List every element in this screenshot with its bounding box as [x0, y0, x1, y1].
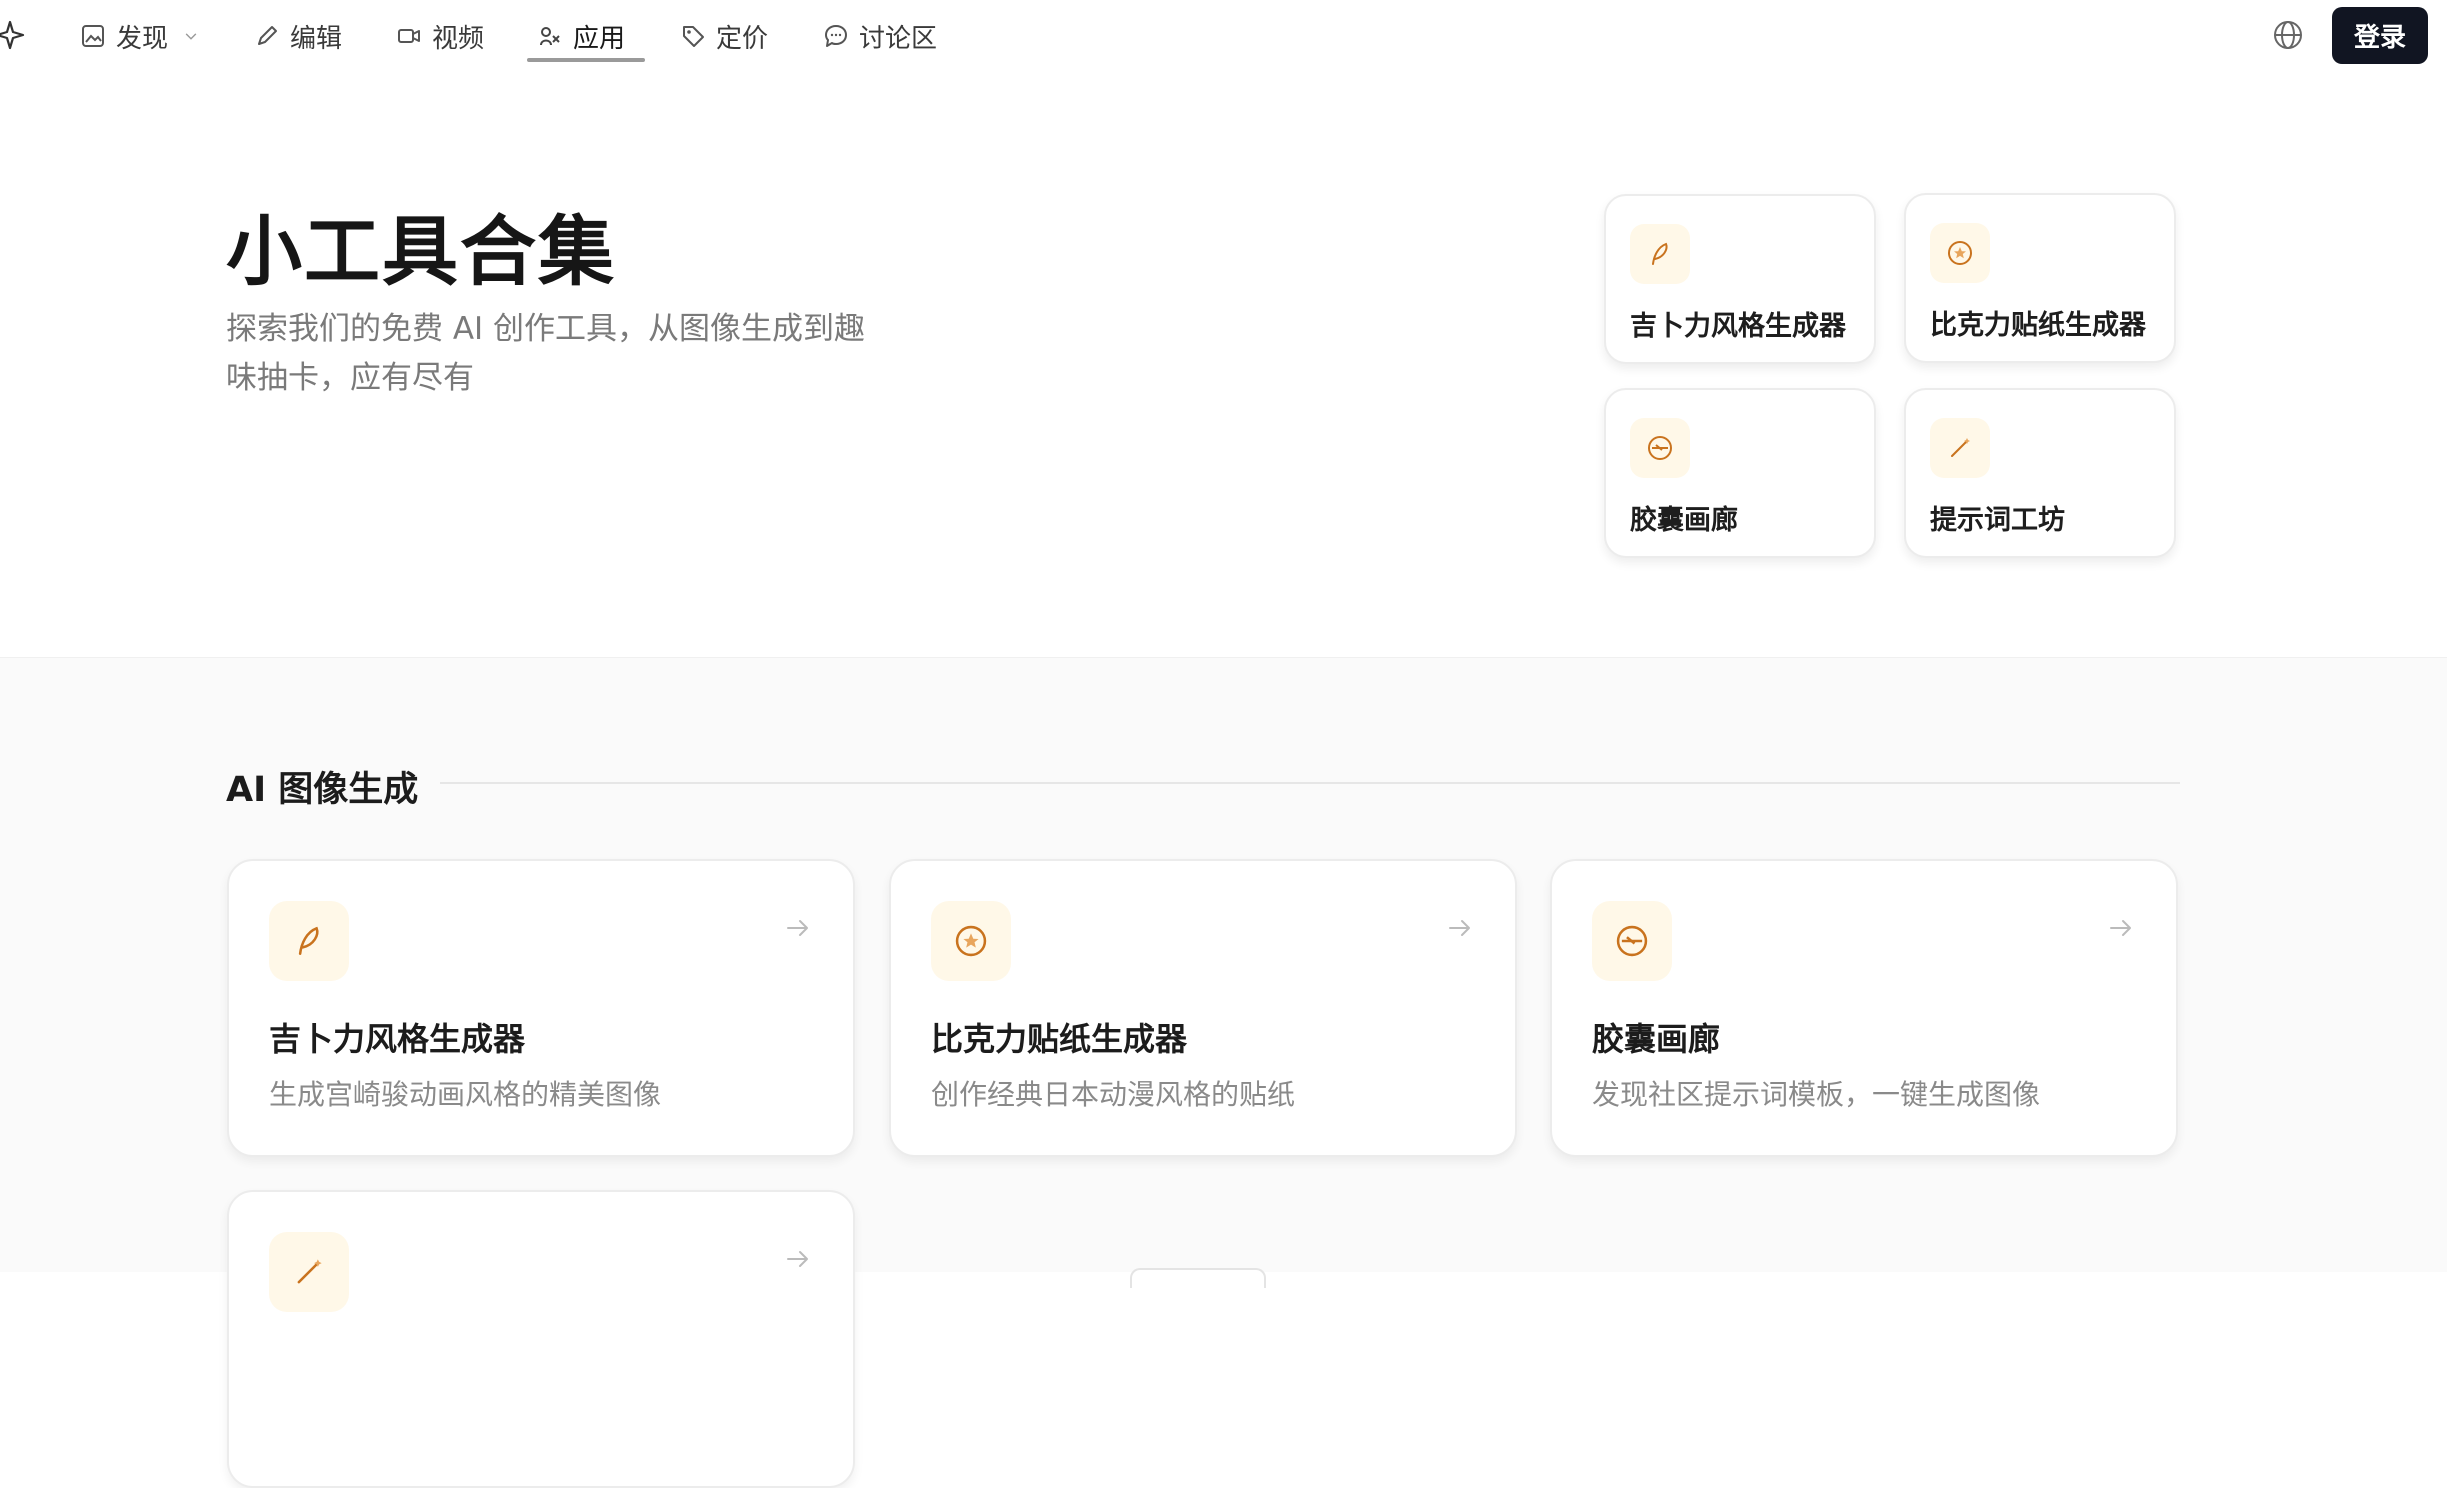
login-button[interactable]: 登录 — [2332, 7, 2428, 64]
tool-title: 比克力贴纸生成器 — [931, 1020, 1188, 1058]
arrow-right-icon — [787, 1251, 808, 1267]
tool-description: 创作经典日本动漫风格的贴纸 — [931, 1078, 1296, 1111]
quick-tool-card[interactable]: 提示词工坊 — [1904, 388, 2176, 558]
icon-container — [1630, 418, 1690, 478]
arrow-right-icon — [2110, 920, 2131, 936]
tool-card[interactable]: 吉卜力风格生成器 生成宫崎骏动画风格的精美图像 — [227, 859, 855, 1157]
apps-icon — [540, 27, 560, 46]
quick-tool-label: 胶囊画廊 — [1630, 505, 1738, 536]
nav-item-apps[interactable]: 应用 — [537, 16, 625, 56]
tool-description: 生成宫崎骏动画风格的精美图像 — [269, 1078, 662, 1111]
nav-item-forum[interactable]: 讨论区 — [823, 16, 937, 56]
image-icon — [82, 25, 104, 47]
tag-icon — [683, 26, 704, 47]
section-title: AI 图像生成 — [226, 770, 419, 810]
quick-tool-card[interactable]: 吉卜力风格生成器 — [1604, 194, 1876, 364]
icon-container — [1930, 223, 1990, 283]
quick-tool-card[interactable]: 胶囊画廊 — [1604, 388, 1876, 558]
icon-container — [931, 901, 1011, 981]
capsule-icon — [1648, 436, 1672, 460]
nav-label: 定价 — [716, 23, 769, 54]
icon-container — [1592, 901, 1672, 981]
tool-description: 发现社区提示词模板，一键生成图像 — [1592, 1078, 2041, 1111]
page-title: 小工具合集 — [226, 207, 616, 296]
star-badge-icon — [1948, 241, 1972, 265]
wand-icon — [297, 1259, 322, 1284]
tool-title: 胶囊画廊 — [1592, 1020, 1721, 1058]
nav-item-video[interactable]: 视频 — [396, 16, 484, 56]
video-icon — [398, 29, 420, 43]
top-nav: 发现 编辑 视频 应用 定价 讨论区 登录 — [0, 0, 2447, 72]
feather-icon — [298, 926, 319, 955]
tool-card[interactable] — [227, 1190, 855, 1488]
icon-container — [269, 1232, 349, 1312]
quick-tool-label: 比克力贴纸生成器 — [1930, 310, 2146, 341]
globe-icon[interactable] — [2271, 18, 2305, 52]
section-divider — [440, 782, 2180, 784]
arrow-right-icon — [1449, 920, 1470, 936]
nav-item-pricing[interactable]: 定价 — [680, 16, 768, 56]
quick-tool-card[interactable]: 比克力贴纸生成器 — [1904, 193, 2176, 363]
nav-label: 讨论区 — [859, 23, 938, 54]
icon-container — [1930, 418, 1990, 478]
chevron-down-icon — [185, 33, 197, 40]
icon-container — [269, 901, 349, 981]
page-description: 探索我们的免费 AI 创作工具，从图像生成到趣味抽卡，应有尽有 — [226, 311, 866, 396]
nav-label: 视频 — [432, 23, 485, 54]
nav-label: 应用 — [573, 23, 626, 54]
ai-image-section: AI 图像生成 吉卜力风格生成器 生成宫崎骏动画风格的精美图像 比克力贴纸生成器… — [0, 657, 2447, 1488]
nav-label: 发现 — [116, 23, 169, 54]
tool-title: 吉卜力风格生成器 — [269, 1020, 526, 1058]
nav-label: 编辑 — [290, 23, 343, 54]
sparkle-icon[interactable] — [0, 18, 28, 50]
pencil-icon — [258, 26, 277, 45]
chat-icon — [825, 25, 847, 47]
nav-item-edit[interactable]: 编辑 — [254, 16, 342, 56]
active-tab-indicator — [527, 58, 645, 62]
capsule-icon — [1616, 925, 1648, 957]
quick-tool-label: 吉卜力风格生成器 — [1630, 311, 1846, 342]
star-badge-icon — [955, 925, 987, 957]
icon-container — [1630, 224, 1690, 284]
tool-card[interactable]: 比克力贴纸生成器 创作经典日本动漫风格的贴纸 — [889, 859, 1517, 1157]
feather-icon — [1652, 242, 1668, 265]
floating-tab[interactable] — [1130, 1268, 1266, 1288]
nav-item-discover[interactable]: 发现 — [80, 16, 200, 56]
tool-card[interactable]: 胶囊画廊 发现社区提示词模板，一键生成图像 — [1550, 859, 2178, 1157]
arrow-right-icon — [787, 920, 808, 936]
quick-tool-label: 提示词工坊 — [1930, 505, 2065, 536]
wand-icon — [1951, 438, 1970, 457]
